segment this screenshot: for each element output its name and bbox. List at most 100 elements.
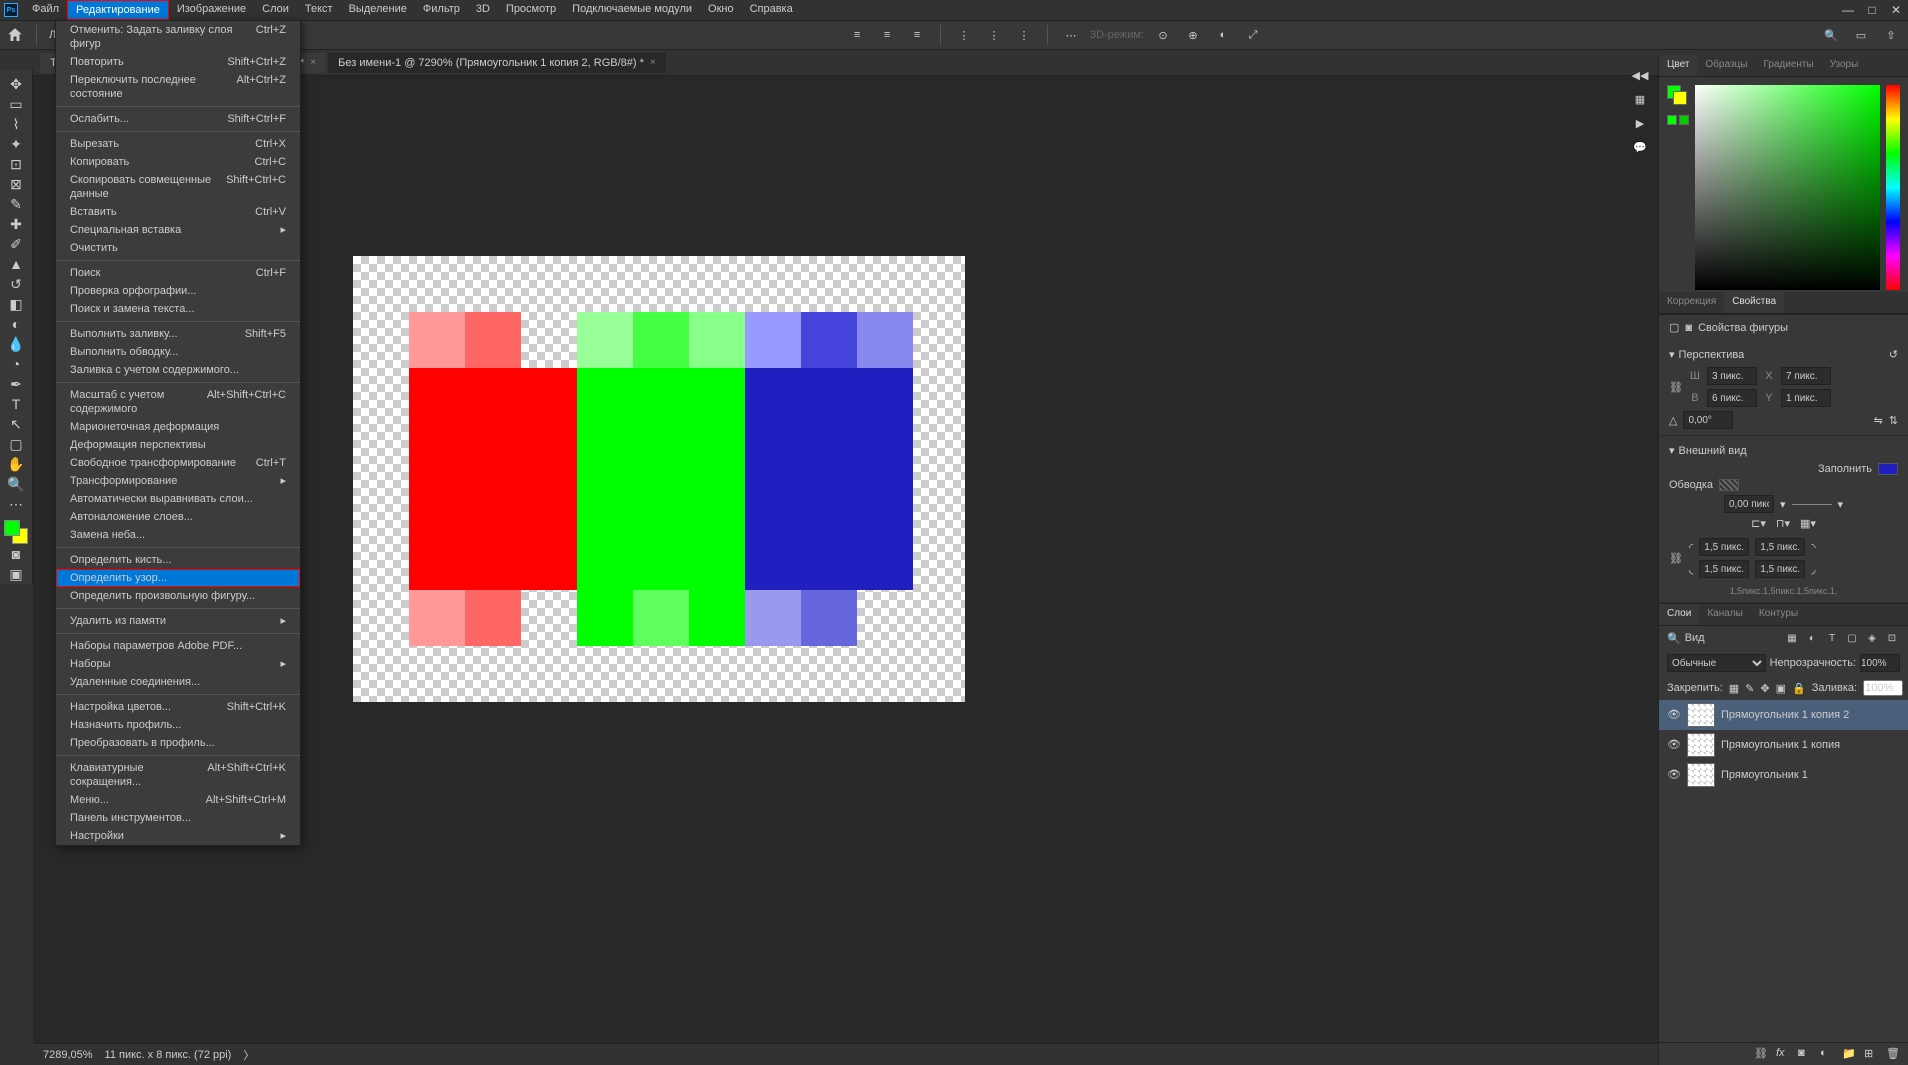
quickmask-tool[interactable]: ◙ <box>2 544 30 564</box>
fx-icon[interactable]: fx <box>1776 1047 1790 1061</box>
menu-редактирование[interactable]: Редактирование <box>67 0 169 20</box>
menu-item[interactable]: Удалить из памяти▸ <box>56 612 300 630</box>
delete-icon[interactable]: 🗑 <box>1886 1047 1900 1061</box>
flip-h-icon[interactable]: ⇋ <box>1874 414 1883 427</box>
lock-paint-icon[interactable]: ✎ <box>1745 682 1754 695</box>
lock-artboard-icon[interactable]: ▣ <box>1776 682 1786 695</box>
join-icon[interactable]: ⊓▾ <box>1776 517 1790 530</box>
marquee-tool[interactable]: ▭ <box>2 94 30 114</box>
cap-icon[interactable]: ⊏▾ <box>1751 517 1766 530</box>
close-tab-icon[interactable]: × <box>650 57 656 68</box>
filter-shape-icon[interactable]: ▢ <box>1844 630 1860 646</box>
wand-tool[interactable]: ✦ <box>2 134 30 154</box>
menu-изображение[interactable]: Изображение <box>169 0 254 20</box>
panel-tab[interactable]: Узоры <box>1822 55 1867 76</box>
mask-icon[interactable]: ◙ <box>1798 1047 1812 1061</box>
history-brush-tool[interactable]: ↺ <box>2 274 30 294</box>
menu-item[interactable]: ПоискCtrl+F <box>56 264 300 282</box>
status-arrow-icon[interactable]: 〉 <box>243 1047 254 1063</box>
dodge-tool[interactable]: ◔ <box>2 354 30 374</box>
filter-kind-icon[interactable]: 🔍 <box>1667 632 1681 645</box>
move-tool[interactable]: ✥ <box>2 74 30 94</box>
distribute-icon[interactable]: ⋮ <box>983 24 1005 46</box>
corner-input[interactable] <box>1755 538 1805 556</box>
pen-tool[interactable]: ✒ <box>2 374 30 394</box>
eraser-tool[interactable]: ◧ <box>2 294 30 314</box>
filter-smart-icon[interactable]: ◈ <box>1864 630 1880 646</box>
menu-item[interactable]: Поиск и замена текста... <box>56 300 300 318</box>
dropdown-icon[interactable]: ▾ <box>1780 498 1786 511</box>
menu-item[interactable]: Переключить последнее состояниеAlt+Ctrl+… <box>56 71 300 103</box>
type-tool[interactable]: T <box>2 394 30 414</box>
document-tab[interactable]: Без имени-1 @ 7290% (Прямоугольник 1 коп… <box>328 53 666 73</box>
color-field[interactable] <box>1695 85 1880 290</box>
menu-item[interactable]: Очистить <box>56 239 300 257</box>
brush-tool[interactable]: ✐ <box>2 234 30 254</box>
y-input[interactable] <box>1781 389 1831 407</box>
menu-item[interactable]: Настройки▸ <box>56 827 300 845</box>
link-layers-icon[interactable]: ⛓ <box>1754 1047 1768 1061</box>
menu-item[interactable]: КопироватьCtrl+C <box>56 153 300 171</box>
canvas[interactable] <box>353 256 965 702</box>
expand-icon[interactable]: ◀◀ <box>1631 66 1649 84</box>
dash-icon[interactable]: ▦▾ <box>1800 517 1816 530</box>
comment-icon[interactable]: 💬 <box>1631 138 1649 156</box>
fill-input[interactable] <box>1863 680 1903 696</box>
menu-справка[interactable]: Справка <box>742 0 801 20</box>
menu-item[interactable]: Клавиатурные сокращения...Alt+Shift+Ctrl… <box>56 759 300 791</box>
menu-item[interactable]: Определить узор... <box>56 569 300 587</box>
menu-просмотр[interactable]: Просмотр <box>498 0 564 20</box>
foreground-color[interactable] <box>4 520 20 536</box>
more-icon[interactable]: ⋯ <box>1060 24 1082 46</box>
link-corners-icon[interactable]: ⛓ <box>1669 552 1683 565</box>
filter-adjust-icon[interactable]: ◐ <box>1804 630 1820 646</box>
distribute-icon[interactable]: ⋮ <box>953 24 975 46</box>
path-tool[interactable]: ↖ <box>2 414 30 434</box>
dropdown-icon[interactable]: ▾ <box>1838 498 1844 511</box>
menu-item[interactable]: Наборы параметров Adobe PDF... <box>56 637 300 655</box>
flip-v-icon[interactable]: ⇅ <box>1889 414 1898 427</box>
maximize-button[interactable]: □ <box>1860 0 1884 20</box>
chevron-down-icon[interactable]: ▾ <box>1669 348 1675 361</box>
stamp-tool[interactable]: ▲ <box>2 254 30 274</box>
menu-item[interactable]: Удаленные соединения... <box>56 673 300 691</box>
color-swatch[interactable] <box>4 520 28 544</box>
menu-item[interactable]: Деформация перспективы <box>56 436 300 454</box>
height-input[interactable] <box>1707 389 1757 407</box>
menu-item[interactable]: Трансформирование▸ <box>56 472 300 490</box>
align-left-icon[interactable]: ≡ <box>846 24 868 46</box>
panel-tab[interactable]: Градиенты <box>1755 55 1821 76</box>
blend-mode-select[interactable]: Обычные <box>1667 654 1766 672</box>
menu-item[interactable]: Наборы▸ <box>56 655 300 673</box>
corner-input[interactable] <box>1699 538 1749 556</box>
distribute-icon[interactable]: ⋮ <box>1013 24 1035 46</box>
menu-item[interactable]: Назначить профиль... <box>56 716 300 734</box>
x-input[interactable] <box>1781 367 1831 385</box>
menu-item[interactable]: Свободное трансформированиеCtrl+T <box>56 454 300 472</box>
menu-фильтр[interactable]: Фильтр <box>415 0 468 20</box>
menu-слои[interactable]: Слои <box>254 0 297 20</box>
layer-row[interactable]: 👁Прямоугольник 1 копия 2 <box>1659 700 1908 730</box>
panel-icon[interactable]: ▦ <box>1631 90 1649 108</box>
menu-текст[interactable]: Текст <box>297 0 341 20</box>
blur-tool[interactable]: 💧 <box>2 334 30 354</box>
crop-tool[interactable]: ⊡ <box>2 154 30 174</box>
menu-item[interactable]: Проверка орфографии... <box>56 282 300 300</box>
edit-toolbar[interactable]: ⋯ <box>2 494 30 514</box>
panel-tab[interactable]: Контуры <box>1751 604 1806 625</box>
visibility-icon[interactable]: 👁 <box>1667 708 1681 722</box>
home-icon[interactable] <box>6 26 24 44</box>
workspace-icon[interactable]: ▭ <box>1850 24 1872 46</box>
adjustment-icon[interactable]: ◐ <box>1820 1047 1834 1061</box>
close-tab-icon[interactable]: × <box>310 57 316 68</box>
menu-item[interactable]: Марионеточная деформация <box>56 418 300 436</box>
play-icon[interactable]: ▶ <box>1631 114 1649 132</box>
lock-all-icon[interactable]: 🔒 <box>1792 682 1806 695</box>
visibility-icon[interactable]: 👁 <box>1667 738 1681 752</box>
gradient-tool[interactable]: ◐ <box>2 314 30 334</box>
corner-input[interactable] <box>1699 560 1749 578</box>
zoom-tool[interactable]: 🔍 <box>2 474 30 494</box>
menu-файл[interactable]: Файл <box>24 0 67 20</box>
screenmode-tool[interactable]: ▣ <box>2 564 30 584</box>
heal-tool[interactable]: ✚ <box>2 214 30 234</box>
